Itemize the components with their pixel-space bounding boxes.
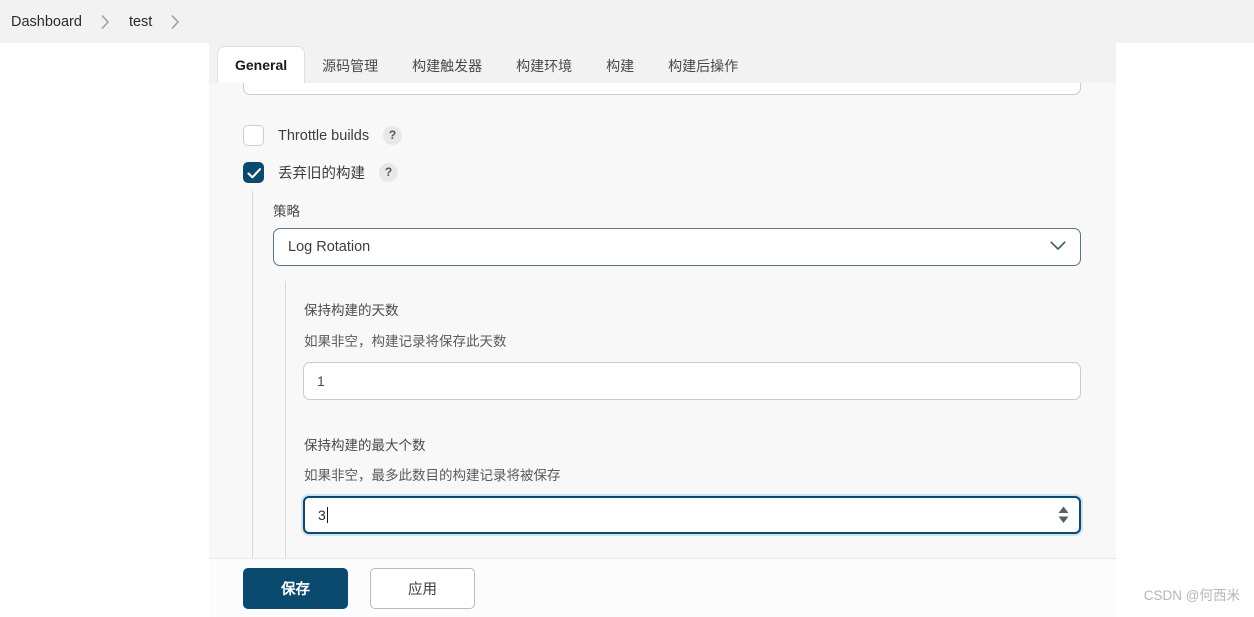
max-builds-value: 3 xyxy=(318,507,326,523)
max-builds-description: 如果非空，最多此数目的构建记录将被保存 xyxy=(304,468,561,483)
tab-source-code-management[interactable]: 源码管理 xyxy=(305,50,395,83)
chevron-down-icon xyxy=(1050,239,1066,255)
question-mark-icon-2[interactable]: ? xyxy=(379,163,398,182)
max-builds-input-focus-ring: 3 xyxy=(301,494,1083,536)
scrolled-off-input[interactable] xyxy=(243,83,1081,95)
days-to-keep-value: 1 xyxy=(317,373,325,389)
discard-old-builds-checkbox[interactable] xyxy=(243,162,264,183)
apply-button[interactable]: 应用 xyxy=(370,567,475,609)
days-to-keep-label: 保持构建的天数 xyxy=(304,303,399,318)
discard-old-builds-label: 丢弃旧的构建 xyxy=(278,166,365,182)
max-builds-label: 保持构建的最大个数 xyxy=(304,438,426,453)
question-mark-icon[interactable]: ? xyxy=(383,126,403,145)
chevron-right-icon-2 xyxy=(158,14,193,29)
page-right-gutter xyxy=(1117,43,1254,617)
chevron-right-icon xyxy=(88,14,123,29)
tab-general[interactable]: General xyxy=(217,46,306,83)
page-left-gutter xyxy=(0,43,209,617)
tab-post-build-actions[interactable]: 构建后操作 xyxy=(651,50,755,83)
indent-rail-outer xyxy=(252,191,253,558)
spinner-up-down-icon[interactable] xyxy=(1058,506,1069,524)
throttle-builds-row: Throttle builds ? xyxy=(243,125,403,146)
tab-build-triggers[interactable]: 构建触发器 xyxy=(395,50,499,83)
watermark: CSDN @何西米 xyxy=(1143,588,1240,603)
strategy-select[interactable]: Log Rotation xyxy=(273,228,1081,266)
days-to-keep-description: 如果非空，构建记录将保存此天数 xyxy=(304,334,507,349)
form-footer: 保存 应用 xyxy=(209,558,1116,617)
discard-old-builds-row: 丢弃旧的构建 ? xyxy=(243,162,398,183)
tab-build-environment[interactable]: 构建环境 xyxy=(499,50,589,83)
breadcrumb-item-test[interactable]: test xyxy=(123,14,158,30)
config-form-panel: Throttle builds ? 丢弃旧的构建 ? 策略 Log Rotati… xyxy=(209,83,1116,558)
config-tab-bar: General 源码管理 构建触发器 构建环境 构建 构建后操作 xyxy=(209,43,1116,83)
strategy-select-wrap: Log Rotation xyxy=(273,228,1081,266)
max-builds-input[interactable]: 3 xyxy=(303,496,1081,534)
breadcrumb-item-dashboard[interactable]: Dashboard xyxy=(5,14,88,30)
strategy-select-value: Log Rotation xyxy=(288,239,371,255)
days-to-keep-input[interactable]: 1 xyxy=(303,362,1081,400)
save-button[interactable]: 保存 xyxy=(243,567,348,609)
text-caret xyxy=(326,507,328,523)
tab-build[interactable]: 构建 xyxy=(589,50,651,83)
strategy-label: 策略 xyxy=(273,204,300,219)
breadcrumb: Dashboard test xyxy=(0,0,1254,43)
throttle-builds-checkbox[interactable] xyxy=(243,125,264,146)
indent-rail-inner xyxy=(285,281,286,558)
throttle-builds-label: Throttle builds xyxy=(278,127,370,144)
